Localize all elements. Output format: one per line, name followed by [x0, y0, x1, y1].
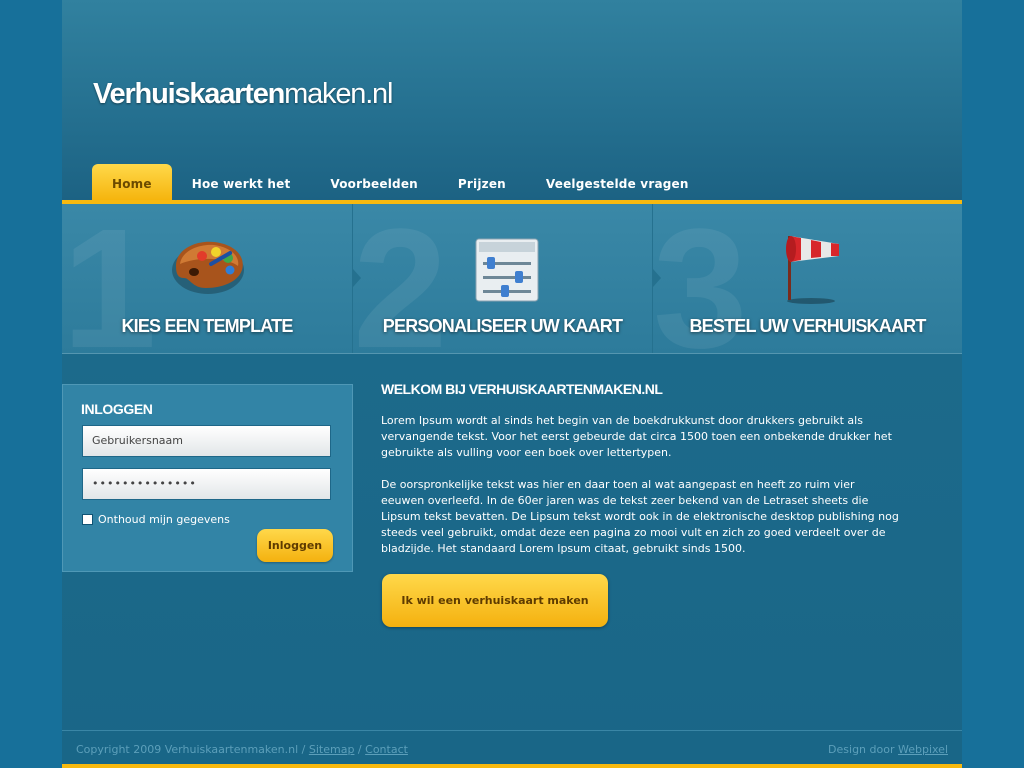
password-input[interactable]: ••••••••••••••	[82, 468, 331, 500]
footer-credit: Design door Webpixel	[828, 743, 948, 756]
designer-link[interactable]: Webpixel	[898, 743, 948, 756]
create-card-button[interactable]: Ik wil een verhuiskaart maken	[382, 574, 608, 627]
footer-copyright: Copyright 2009 Verhuiskaartenmaken.nl / …	[76, 743, 408, 756]
username-input[interactable]: Gebruikersnaam	[82, 425, 331, 457]
login-box: INLOGGEN Gebruikersnaam •••••••••••••• O…	[62, 384, 353, 572]
main-content: WELKOM BIJ VERHUISKAARTENMAKEN.NL Lorem …	[381, 381, 901, 573]
page-wrapper: Verhuiskaartenmaken.nl Home Hoe werkt he…	[62, 0, 962, 768]
login-title: INLOGGEN	[81, 401, 153, 417]
remember-checkbox[interactable]	[82, 514, 93, 525]
footer-accent-bar	[62, 764, 962, 768]
nav-hoe-werkt-het[interactable]: Hoe werkt het	[172, 164, 311, 201]
footer: Copyright 2009 Verhuiskaartenmaken.nl / …	[62, 730, 962, 765]
login-button[interactable]: Inloggen	[257, 529, 333, 562]
intro-paragraph-2: De oorspronkelijke tekst was hier en daa…	[381, 478, 899, 555]
contact-link[interactable]: Contact	[365, 743, 408, 756]
sliders-icon	[475, 238, 539, 306]
nav-voorbeelden[interactable]: Voorbeelden	[310, 164, 438, 201]
intro-paragraph-1: Lorem Ipsum wordt al sinds het begin van…	[381, 414, 892, 459]
palette-icon	[168, 234, 248, 302]
nav-veelgestelde-vragen[interactable]: Veelgestelde vragen	[526, 164, 709, 201]
page-title: WELKOM BIJ VERHUISKAARTENMAKEN.NL	[381, 381, 663, 397]
steps-banner: 1 KIES EEN TEMPLATE 2 PERSONALISEER UW K…	[62, 204, 962, 354]
step-2[interactable]: 2 PERSONALISEER UW KAART	[353, 204, 653, 353]
step-3[interactable]: 3 BESTEL UW VERHUISKAART	[653, 204, 962, 353]
remember-me[interactable]: Onthoud mijn gegevens	[82, 513, 230, 526]
windsock-icon	[781, 230, 845, 310]
main-nav: Home Hoe werkt het Voorbeelden Prijzen V…	[92, 164, 709, 201]
site-logo[interactable]: Verhuiskaartenmaken.nl	[93, 78, 393, 111]
nav-prijzen[interactable]: Prijzen	[438, 164, 526, 201]
step-title: KIES EEN TEMPLATE	[121, 316, 293, 336]
sitemap-link[interactable]: Sitemap	[309, 743, 355, 756]
step-title: PERSONALISEER UW KAART	[382, 316, 623, 336]
header: Verhuiskaartenmaken.nl Home Hoe werkt he…	[62, 0, 962, 201]
remember-label: Onthoud mijn gegevens	[98, 513, 230, 526]
nav-home[interactable]: Home	[92, 164, 172, 201]
step-1[interactable]: 1 KIES EEN TEMPLATE	[62, 204, 353, 353]
step-title: BESTEL UW VERHUISKAART	[689, 316, 926, 336]
